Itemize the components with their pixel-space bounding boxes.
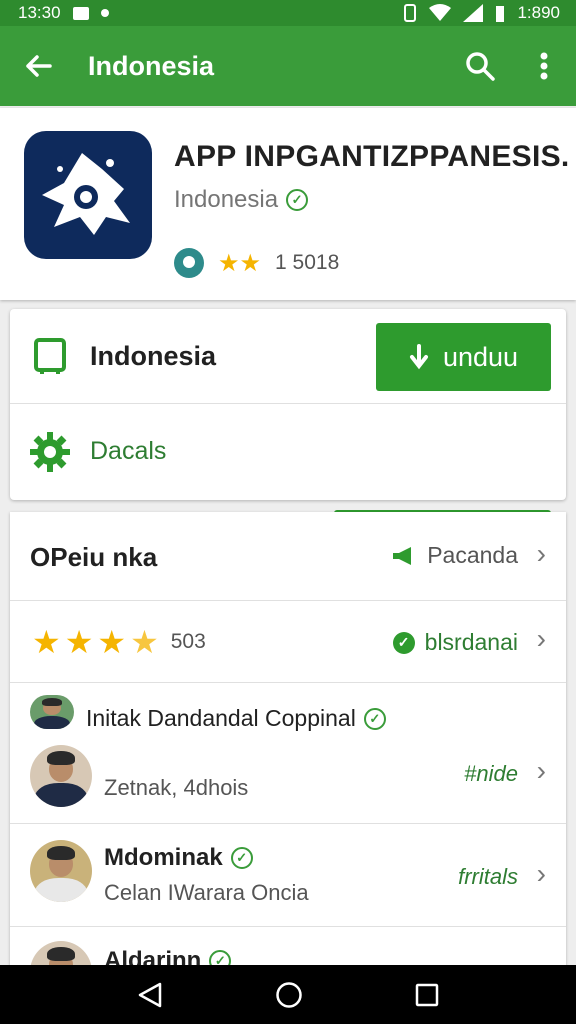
rating-link: blsrdanai: [424, 629, 518, 655]
status-time: 13:30: [18, 3, 61, 22]
download-arrow-icon: [409, 344, 428, 370]
chevron-right-icon: ›: [536, 538, 546, 569]
developer-line: Indonesia ✓: [174, 186, 309, 214]
gear-icon-wrap: [10, 431, 90, 473]
more-vert-icon: [540, 52, 548, 80]
review-item[interactable]: Mdominak ✓ Celan IWarara Oncia frritals …: [10, 824, 566, 927]
search-button[interactable]: [448, 26, 512, 106]
action-row-secondary: Dacals undua: [10, 404, 566, 582]
chevron-right-icon: ›: [536, 858, 546, 889]
rating-count: 1 5018: [275, 251, 340, 274]
content-rating-icon: [174, 248, 204, 278]
review-subtitle: Zetnak, 4dhois: [104, 775, 249, 800]
star-icon: ★: [97, 624, 127, 660]
back-button[interactable]: [0, 26, 76, 106]
status-bar: 13:30 1:890: [0, 0, 576, 26]
app-icon[interactable]: [24, 131, 152, 259]
megaphone-icon: [393, 546, 412, 565]
review-item[interactable]: Initak Dandandal Coppinal ✓ Zetnak, 4dho…: [10, 683, 566, 824]
app-meta: ★★ 1 5018: [174, 248, 339, 278]
review-name-line: Mdominak ✓: [104, 844, 253, 872]
details-list-card: OPeiu nka Pacanda › ★ ★ ★ ★ 503 ✓ blsrda…: [10, 512, 566, 972]
search-icon: [466, 52, 495, 81]
arrow-left-icon: [26, 55, 52, 77]
verified-icon: ✓: [363, 707, 386, 730]
app-bar: Indonesia: [0, 26, 576, 106]
more-options-button[interactable]: [512, 26, 576, 106]
message-icon: [72, 6, 89, 20]
wifi-icon: [429, 4, 452, 21]
nav-recents-icon[interactable]: [414, 982, 440, 1008]
verified-icon: ✓: [286, 189, 309, 211]
rating-link-wrap: ✓ blsrdanai: [392, 629, 518, 656]
section-header-row[interactable]: OPeiu nka Pacanda ›: [10, 512, 566, 601]
chevron-right-icon: ›: [536, 755, 546, 786]
avatar-small: [30, 695, 74, 729]
star-icon: ★: [64, 624, 94, 660]
check-circle-icon: ✓: [392, 631, 415, 654]
review-link[interactable]: #nide: [464, 761, 518, 787]
star-half-icon: ★: [130, 624, 159, 660]
section-title: OPeiu nka: [30, 542, 158, 572]
star-icon: ★: [32, 624, 61, 660]
tablet-icon-wrap: [10, 337, 90, 375]
gear-icon: [30, 431, 70, 472]
download-button[interactable]: unduu: [376, 323, 551, 391]
signal-icon: [463, 4, 484, 22]
action-row-secondary-label[interactable]: Dacals: [90, 437, 166, 466]
developer-name[interactable]: Indonesia: [174, 186, 278, 214]
review-header: Initak Dandandal Coppinal ✓: [86, 705, 386, 732]
app-header-card: APP INPGANTIZPPANESIS. Indonesia ✓ ★★ 1 …: [0, 108, 576, 300]
review-subtitle: Celan IWarara Oncia: [104, 880, 309, 905]
nav-back-icon[interactable]: [136, 981, 164, 1009]
star-pair-icon: ★★: [218, 249, 262, 277]
app-title: APP INPGANTIZPPANESIS.: [174, 140, 570, 173]
reviewer-name: Mdominak: [104, 844, 223, 871]
app-bar-title: Indonesia: [88, 50, 215, 81]
avatar: [30, 840, 92, 902]
nav-home-icon[interactable]: [275, 981, 303, 1009]
tablet-icon: [34, 338, 66, 374]
download-button-label: unduu: [442, 341, 519, 372]
status-clock: 1:890: [517, 3, 560, 22]
install-actions-card: Indonesia unduu Dacals: [10, 309, 566, 582]
action-row-primary: Indonesia unduu: [10, 309, 566, 404]
battery-icon: [496, 6, 505, 22]
rating-row[interactable]: ★ ★ ★ ★ 503 ✓ blsrdanai ›: [10, 601, 566, 683]
section-link: Pacanda: [427, 542, 518, 568]
notification-dot-icon: [100, 9, 109, 17]
chevron-right-icon: ›: [536, 623, 546, 654]
review-header-text: Initak Dandandal Coppinal: [86, 705, 356, 731]
rating-value: 503: [170, 630, 206, 653]
review-link[interactable]: frritals: [458, 864, 518, 890]
section-link-wrap: Pacanda: [391, 542, 518, 569]
system-nav-bar: [0, 965, 576, 1024]
app-logo-icon: [42, 153, 130, 235]
verified-icon: ✓: [230, 847, 253, 869]
rating-stars: ★ ★ ★ ★ 503: [32, 623, 206, 661]
avatar: [30, 745, 92, 807]
vibrate-icon: [404, 4, 417, 22]
action-row-primary-label: Indonesia: [90, 340, 217, 371]
